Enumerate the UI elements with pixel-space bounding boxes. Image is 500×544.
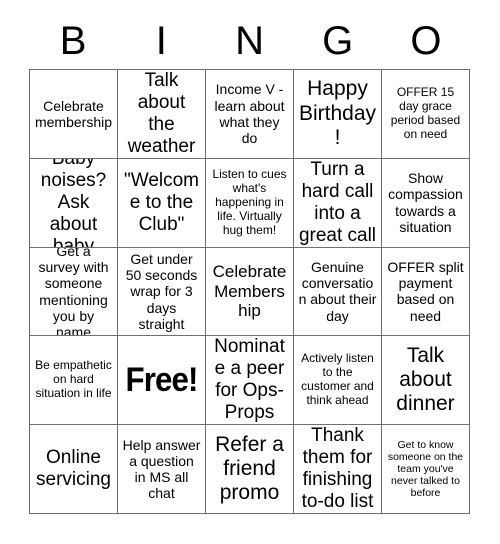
bingo-cell[interactable]: Be empathetic on hard situation in life [30, 336, 118, 426]
header-letter-o: O [410, 19, 442, 63]
bingo-cell-label: Get to know someone on the team you've n… [387, 438, 464, 500]
bingo-cell[interactable]: Thank them for finishing to-do list [294, 425, 382, 514]
bingo-cell[interactable]: Income V - learn about what they do [206, 70, 294, 159]
bingo-cell-label: OFFER split payment based on need [387, 259, 464, 324]
header-letter-n: N [235, 19, 264, 63]
header-letter-i: I [155, 19, 167, 63]
bingo-cell[interactable]: Celebrate Membership [206, 247, 294, 337]
bingo-free-space[interactable]: Free! [118, 336, 206, 426]
bingo-cell[interactable]: Help answer a question in MS all chat [118, 425, 206, 514]
bingo-cell[interactable]: Show compassion towards a situation [382, 158, 470, 248]
bingo-cell-label: Actively listen to the customer and thin… [301, 351, 374, 408]
bingo-cell-label: Thank them for finishing to-do list [301, 425, 374, 513]
bingo-cell[interactable]: Turn a hard call into a great call [294, 158, 382, 248]
bingo-card: B I N G O Celebrate membership Talk about… [0, 0, 500, 544]
bingo-cell-label: Baby noises? Ask about baby [40, 159, 107, 248]
bingo-cell-label: Celebrate membership [34, 97, 113, 130]
bingo-cell[interactable]: Actively listen to the customer and thin… [294, 336, 382, 426]
bingo-cell-label: Genuine conversation about their day [298, 259, 377, 324]
bingo-cell-label: Celebrate Membership [212, 261, 287, 321]
bingo-cell-label: Turn a hard call into a great call [298, 158, 377, 246]
bingo-cell[interactable]: Online servicing [30, 425, 118, 514]
bingo-cell-label: Income V - learn about what they do [214, 81, 285, 147]
bingo-header-row: B I N G O [29, 16, 470, 66]
bingo-cell-label: Happy Birthday! [298, 77, 377, 150]
bingo-cell[interactable]: Talk about the weather [118, 70, 206, 159]
bingo-cell-label: Refer a friend promo [215, 432, 284, 505]
header-letter-g: G [322, 19, 354, 63]
bingo-cell-label: Get a survey with someone mentioning you… [38, 247, 109, 337]
bingo-cell[interactable]: Genuine conversation about their day [294, 247, 382, 337]
bingo-cell-label: Listen to cues what's happening in life.… [212, 166, 287, 237]
bingo-cell-label: "Welcome to the Club" [123, 169, 200, 235]
bingo-cell-label: Be empathetic on hard situation in life [35, 358, 112, 401]
bingo-grid: Celebrate membership Talk about the weath… [29, 69, 470, 514]
free-space-label: Free! [125, 361, 199, 400]
bingo-cell[interactable]: Listen to cues what's happening in life.… [206, 158, 294, 248]
bingo-cell[interactable]: "Welcome to the Club" [118, 158, 206, 248]
bingo-cell[interactable]: Get under 50 seconds wrap for 3 days str… [118, 247, 206, 337]
bingo-cell[interactable]: Happy Birthday! [294, 70, 382, 159]
bingo-cell-label: Nominate a peer for Ops-Props [214, 336, 285, 424]
bingo-cell[interactable]: Get to know someone on the team you've n… [382, 425, 470, 514]
header-letter-b: B [59, 19, 87, 63]
bingo-cell-label: Talk about the weather [127, 70, 196, 157]
bingo-cell-label: Get under 50 seconds wrap for 3 days str… [125, 250, 198, 332]
bingo-cell[interactable]: Nominate a peer for Ops-Props [206, 336, 294, 426]
bingo-cell-label: OFFER 15 day grace period based on need [390, 85, 461, 141]
bingo-cell[interactable]: OFFER split payment based on need [382, 247, 470, 337]
bingo-cell-label: Help answer a question in MS all chat [122, 436, 201, 502]
bingo-cell[interactable]: OFFER 15 day grace period based on need [382, 70, 470, 159]
bingo-cell[interactable]: Baby noises? Ask about baby [30, 158, 118, 248]
bingo-cell-label: Talk about dinner [396, 343, 455, 416]
bingo-cell[interactable]: Talk about dinner [382, 336, 470, 426]
bingo-cell[interactable]: Celebrate membership [30, 70, 118, 159]
bingo-cell[interactable]: Get a survey with someone mentioning you… [30, 247, 118, 337]
bingo-cell-label: Online servicing [36, 447, 111, 491]
bingo-cell[interactable]: Refer a friend promo [206, 425, 294, 514]
bingo-cell-label: Show compassion towards a situation [388, 170, 463, 235]
